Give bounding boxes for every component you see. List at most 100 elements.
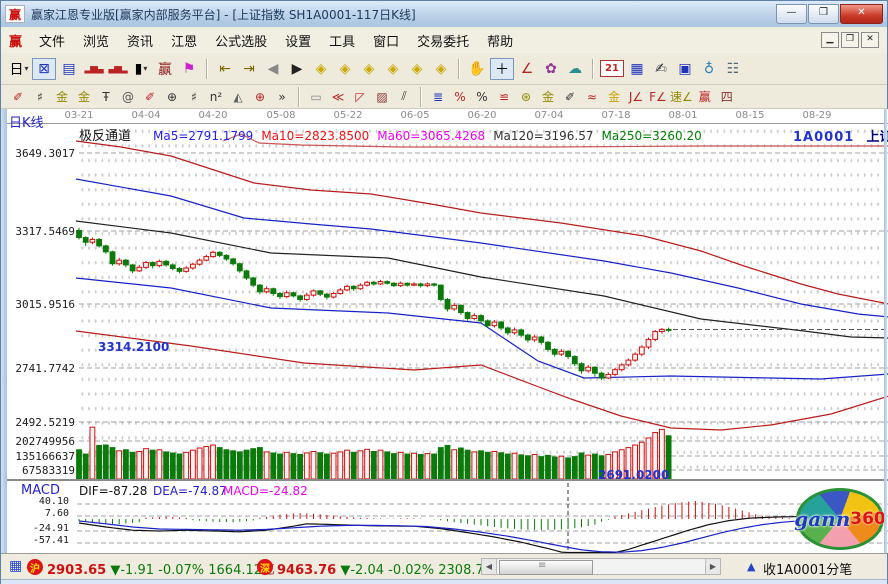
scrollbar-thumb[interactable] bbox=[499, 560, 593, 575]
fan-box-icon[interactable]: ◸ bbox=[350, 88, 370, 105]
macd-axis-label: -57.41 bbox=[9, 535, 69, 546]
dif-value: DIF=-87.28 bbox=[79, 484, 147, 498]
f-grid-icon[interactable]: Ŧ bbox=[96, 88, 116, 105]
minutes-chart-9-icon[interactable]: ▃▅▂ bbox=[106, 59, 128, 79]
f-angle-icon[interactable]: F∠ bbox=[648, 88, 668, 105]
macd-pane[interactable]: MACD DIF=-87.28 DEA=-74.87 MACD=-24.82 4… bbox=[1, 479, 888, 553]
overview-icon[interactable]: ⊠ bbox=[32, 58, 56, 80]
close-button[interactable]: ✕ bbox=[840, 4, 883, 24]
date-label: 07-18 bbox=[596, 110, 636, 121]
wave-tool-icon[interactable]: ≈ bbox=[582, 88, 602, 105]
gold-line-icon[interactable]: 金 bbox=[538, 88, 558, 105]
gann-master-icon[interactable]: 赢 bbox=[154, 59, 176, 79]
box-tool-icon[interactable]: ▭ bbox=[306, 88, 326, 105]
menu-item-资讯[interactable]: 资讯 bbox=[118, 33, 162, 52]
percent-down-icon[interactable]: % bbox=[450, 88, 470, 105]
period-label: 日K线 bbox=[9, 112, 44, 131]
price-axis-label: 67583319 bbox=[11, 464, 75, 477]
scroll-left-arrow[interactable]: ◀ bbox=[482, 559, 497, 574]
gann-wheel-icon[interactable]: ⊕ bbox=[162, 88, 182, 105]
gann360-logo-text: gann bbox=[794, 507, 850, 531]
zoom-all-in-icon[interactable]: ◈ bbox=[406, 59, 428, 79]
percent-icon[interactable]: % bbox=[472, 88, 492, 105]
menu-item-浏览[interactable]: 浏览 bbox=[74, 33, 118, 52]
cloud-tool-icon[interactable]: ☁ bbox=[564, 59, 586, 79]
price-chart-pane[interactable]: 日K线 极反通道Ma5=2791.1799Ma10=2823.8500Ma60=… bbox=[1, 109, 888, 479]
minimize-button[interactable]: — bbox=[776, 4, 807, 24]
toolbar-separator bbox=[206, 59, 208, 79]
grid-tool-icon[interactable]: ♯ bbox=[30, 88, 50, 105]
mdi-minimize-button[interactable]: ▁ bbox=[821, 32, 839, 48]
zoom-h-in-icon[interactable]: ◈ bbox=[382, 59, 404, 79]
ink-tool-icon[interactable]: ✐ bbox=[560, 88, 580, 105]
menu-item-工具[interactable]: 工具 bbox=[320, 33, 364, 52]
info-f10-icon[interactable]: ▤ bbox=[58, 59, 80, 79]
gold-angle-icon[interactable]: 金 bbox=[604, 88, 624, 105]
next-bar-icon[interactable]: ▶ bbox=[286, 59, 308, 79]
menu-item-帮助[interactable]: 帮助 bbox=[478, 33, 522, 52]
zoom-h-out-icon[interactable]: ◈ bbox=[358, 59, 380, 79]
fan-lines-icon[interactable]: ≪ bbox=[328, 88, 348, 105]
scroll-right-arrow[interactable]: ▶ bbox=[705, 559, 720, 574]
menu-item-窗口[interactable]: 窗口 bbox=[364, 33, 408, 52]
menu-item-交易委托[interactable]: 交易委托 bbox=[408, 33, 478, 52]
shanghai-quote[interactable]: 2903.65 ▼-1.91 -0.07% 1664.12亿 bbox=[47, 559, 275, 578]
calculator-icon[interactable]: ▦ bbox=[626, 59, 648, 79]
quote-grid-icon[interactable]: ▦ bbox=[9, 559, 22, 573]
last-page-icon[interactable]: ⇥ bbox=[238, 59, 260, 79]
overflow-chevron-icon[interactable]: » bbox=[272, 88, 292, 105]
period-selector-icon[interactable]: 日▾ bbox=[8, 59, 30, 79]
notes-icon[interactable]: ✍ bbox=[650, 59, 672, 79]
save-icon[interactable]: ▣ bbox=[674, 59, 696, 79]
parallel-lines-icon[interactable]: ⫽ bbox=[394, 88, 414, 105]
shenzhen-quote[interactable]: 9463.76 ▼-2.04 -0.02% 2308.79亿 bbox=[277, 559, 505, 578]
calendar-icon[interactable]: 21 bbox=[600, 60, 624, 77]
horizontal-scrollbar[interactable]: ◀ ▶ bbox=[481, 558, 721, 575]
si-tool-icon[interactable]: 四 bbox=[717, 88, 737, 105]
menu-item-江恩[interactable]: 江恩 bbox=[162, 33, 206, 52]
gold-circle-icon[interactable]: ⊛ bbox=[516, 88, 536, 105]
web-account-icon[interactable]: ♁ bbox=[698, 59, 720, 79]
minutes-chart-3-icon[interactable]: ▂▅▃ bbox=[82, 59, 104, 79]
hatch-box-icon[interactable]: ▨ bbox=[372, 88, 392, 105]
shift-left-icon[interactable]: ◈ bbox=[310, 59, 332, 79]
menu-item-设置[interactable]: 设置 bbox=[276, 33, 320, 52]
target-tool-icon[interactable]: ⊕ bbox=[250, 88, 270, 105]
shanghai-icon[interactable]: 沪 bbox=[27, 559, 43, 575]
gold-grid-1-icon[interactable]: 金 bbox=[52, 88, 72, 105]
gold-grid-2-icon[interactable]: 金 bbox=[74, 88, 94, 105]
n2-tool-icon[interactable]: n² bbox=[206, 88, 226, 105]
price-axis-label: 2492.5219 bbox=[11, 416, 75, 429]
candle-style-icon[interactable]: ▮▾ bbox=[130, 59, 152, 79]
dense-grid-icon[interactable]: ♯ bbox=[184, 88, 204, 105]
macd-axis-label: 7.60 bbox=[9, 508, 69, 519]
mdi-restore-button[interactable]: ❐ bbox=[841, 32, 859, 48]
menu-item-文件[interactable]: 文件 bbox=[30, 33, 74, 52]
maximize-button[interactable]: ❐ bbox=[808, 4, 839, 24]
crosshair-icon[interactable]: ＋ bbox=[490, 58, 514, 80]
angle-measure-icon[interactable]: ∠ bbox=[516, 59, 538, 79]
price-chart-canvas[interactable] bbox=[1, 109, 888, 479]
menu-item-公式选股[interactable]: 公式选股 bbox=[206, 33, 276, 52]
prev-bar-icon[interactable]: ◀ bbox=[262, 59, 284, 79]
mirror-tool-icon[interactable]: ◭ bbox=[228, 88, 248, 105]
brush-grid-icon[interactable]: ✐ bbox=[140, 88, 160, 105]
ma-legend-label: Ma250=3260.20 bbox=[601, 129, 701, 143]
brush-tool-icon[interactable]: ✐ bbox=[8, 88, 28, 105]
count-bars-icon[interactable]: ≣ bbox=[428, 88, 448, 105]
status-bar: ▦ 沪 2903.65 ▼-1.91 -0.07% 1664.12亿 深 946… bbox=[1, 553, 887, 580]
mdi-close-button[interactable]: ✕ bbox=[861, 32, 879, 48]
shift-right-icon[interactable]: ◈ bbox=[334, 59, 356, 79]
percent-line-icon[interactable]: ≌ bbox=[494, 88, 514, 105]
flower-tool-icon[interactable]: ✿ bbox=[540, 59, 562, 79]
spiral-tool-icon[interactable]: @ bbox=[118, 88, 138, 105]
zoom-all-out-icon[interactable]: ◈ bbox=[430, 59, 452, 79]
win-tool-icon[interactable]: 赢 bbox=[695, 88, 715, 105]
j-angle-icon[interactable]: J∠ bbox=[626, 88, 646, 105]
speed-angle-icon[interactable]: 速∠ bbox=[670, 88, 693, 105]
pan-hand-icon[interactable]: ✋ bbox=[466, 59, 488, 79]
first-page-icon[interactable]: ⇤ bbox=[214, 59, 236, 79]
shenzhen-icon[interactable]: 深 bbox=[257, 559, 273, 575]
print-icon[interactable]: ☷ bbox=[722, 59, 744, 79]
flag-marker-icon[interactable]: ⚑ bbox=[178, 59, 200, 79]
